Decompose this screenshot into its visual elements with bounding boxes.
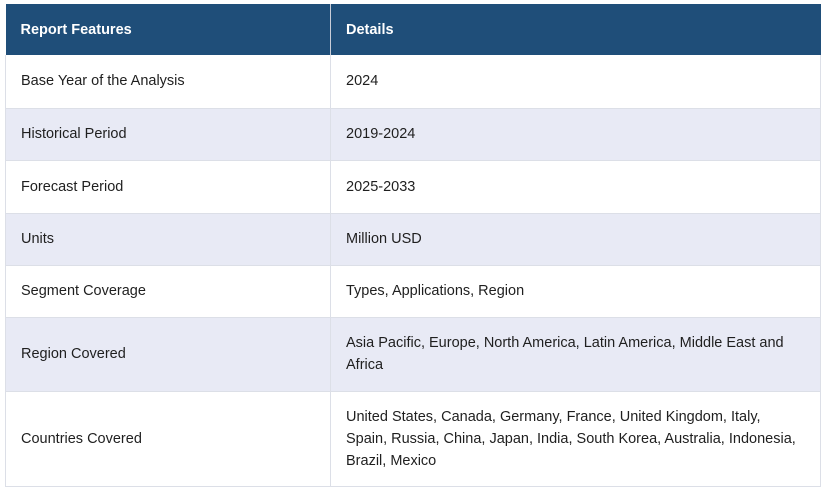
table-row: Units Million USD [5, 213, 821, 266]
table-row: Segment Coverage Types, Applications, Re… [5, 265, 821, 318]
feature-cell: Region Covered [5, 317, 331, 392]
table-row: Forecast Period 2025-2033 [5, 160, 821, 214]
table-row: Historical Period 2019-2024 [5, 108, 821, 161]
feature-cell: Countries Covered [5, 391, 331, 487]
header-report-features: Report Features [5, 4, 331, 55]
table-row: Region Covered Asia Pacific, Europe, Nor… [5, 317, 821, 392]
feature-cell: Historical Period [5, 108, 331, 161]
details-cell: United States, Canada, Germany, France, … [330, 391, 821, 487]
details-cell: 2019-2024 [330, 108, 821, 161]
table-row: Base Year of the Analysis 2024 [5, 55, 821, 109]
feature-cell: Segment Coverage [5, 265, 331, 318]
details-cell: Types, Applications, Region [330, 265, 821, 318]
report-features-table: Report Features Details Base Year of the… [5, 4, 821, 487]
feature-cell: Base Year of the Analysis [5, 55, 331, 109]
table-row: Countries Covered United States, Canada,… [5, 391, 821, 487]
feature-cell: Forecast Period [5, 160, 331, 214]
details-cell: Million USD [330, 213, 821, 266]
details-cell: 2024 [330, 55, 821, 109]
header-details: Details [330, 4, 821, 55]
feature-cell: Units [5, 213, 331, 266]
details-cell: Asia Pacific, Europe, North America, Lat… [330, 317, 821, 392]
table-header-row: Report Features Details [5, 4, 821, 55]
details-cell: 2025-2033 [330, 160, 821, 214]
